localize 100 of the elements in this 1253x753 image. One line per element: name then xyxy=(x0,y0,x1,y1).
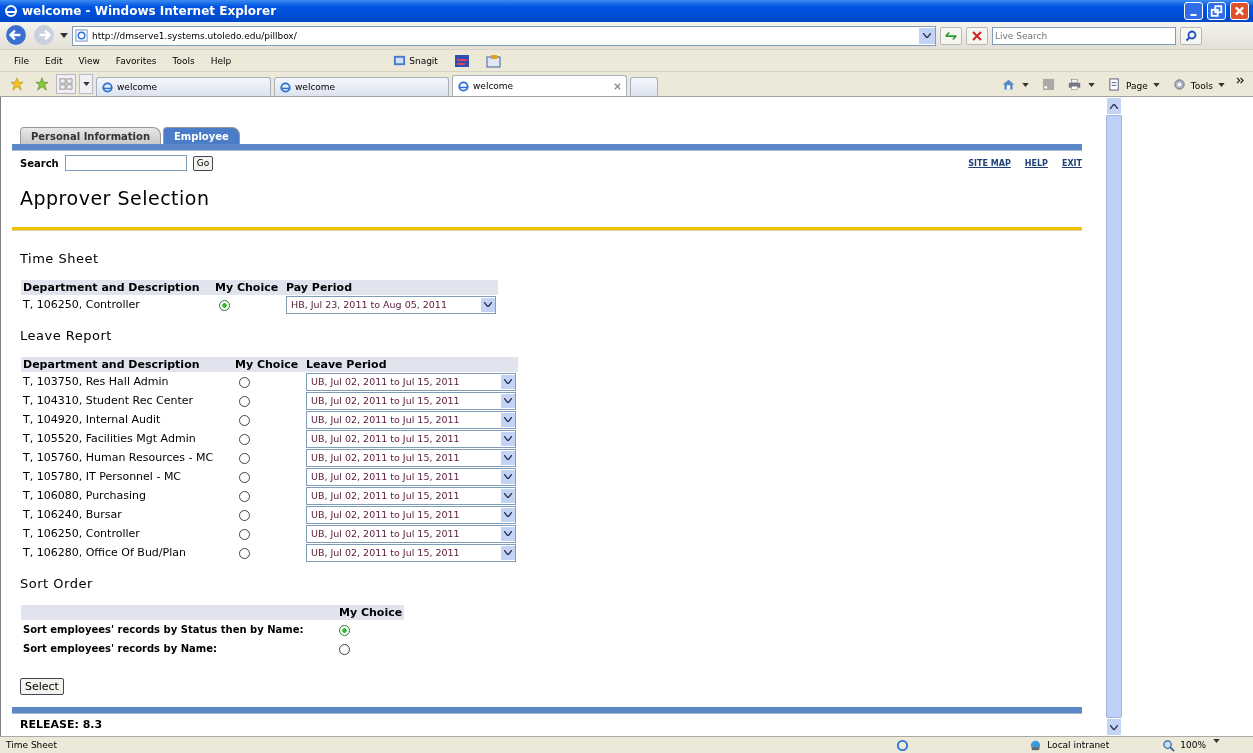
period-dropdown[interactable]: UB, Jul 02, 2011 to Jul 15, 2011 xyxy=(306,448,516,467)
table-cell: T, 105780, IT Personnel - MC xyxy=(23,470,182,483)
browser-tab[interactable]: welcome xyxy=(274,77,449,96)
period-dropdown[interactable]: UB, Jul 02, 2011 to Jul 15, 2011 xyxy=(306,410,516,429)
radio-button[interactable] xyxy=(239,547,250,559)
radio-button[interactable] xyxy=(239,395,250,407)
menu-item[interactable]: Tools xyxy=(172,55,195,66)
snagit-icon[interactable] xyxy=(393,54,407,67)
radio-button[interactable] xyxy=(239,414,250,426)
chevron-down-icon xyxy=(504,512,512,517)
chevron-down-icon xyxy=(504,417,512,422)
close-icon xyxy=(1233,5,1246,17)
status-text: Time Sheet xyxy=(6,740,57,750)
caret-icon[interactable] xyxy=(1218,83,1225,87)
option-label: Sort employees' records by Name: xyxy=(23,643,217,654)
section-heading: Leave Report xyxy=(20,328,113,343)
chevron-down-icon xyxy=(504,379,512,384)
radio-button[interactable] xyxy=(219,299,230,311)
status-icon xyxy=(896,738,910,752)
browser-logo-icon xyxy=(101,80,114,94)
nav-link[interactable]: EXIT xyxy=(1061,158,1082,168)
period-dropdown[interactable]: UB, Jul 02, 2011 to Jul 15, 2011 xyxy=(306,372,516,391)
period-dropdown[interactable]: UB, Jul 02, 2011 to Jul 15, 2011 xyxy=(306,429,516,448)
back-button[interactable] xyxy=(4,23,28,48)
snagit-button[interactable]: Snagit xyxy=(409,55,438,66)
period-dropdown[interactable]: UB, Jul 02, 2011 to Jul 15, 2011 xyxy=(306,524,516,543)
menu-item[interactable]: Edit xyxy=(45,55,63,66)
radio-button[interactable] xyxy=(339,643,350,655)
period-dropdown[interactable]: UB, Jul 02, 2011 to Jul 15, 2011 xyxy=(306,467,516,486)
menu-item[interactable]: File xyxy=(14,55,30,66)
chevron-down-icon xyxy=(504,474,512,479)
close-button[interactable] xyxy=(1230,2,1249,20)
nav-link[interactable]: HELP xyxy=(1024,158,1048,168)
page-tab[interactable]: Employee xyxy=(163,127,240,144)
radio-button[interactable] xyxy=(239,490,250,502)
search-field[interactable]: Live Search xyxy=(992,26,1176,45)
column-header: Department and Description xyxy=(21,280,213,295)
page-icon[interactable] xyxy=(1108,78,1122,91)
period-dropdown[interactable]: UB, Jul 02, 2011 to Jul 15, 2011 xyxy=(306,391,516,410)
column-header: My Choice xyxy=(337,605,405,620)
close-icon[interactable] xyxy=(613,81,622,91)
menu-item[interactable]: View xyxy=(78,55,100,66)
browser-logo-icon xyxy=(457,79,470,93)
zoom-level[interactable]: 100% xyxy=(1180,740,1206,750)
table-cell: T, 105520, Facilities Mgt Admin xyxy=(23,432,196,445)
printer-icon[interactable] xyxy=(1068,78,1082,91)
restore-button[interactable] xyxy=(1207,2,1226,20)
caret-icon[interactable] xyxy=(1022,83,1030,87)
security-zone: Local intranet xyxy=(1047,740,1111,750)
menu-item[interactable]: Favorites xyxy=(115,55,157,66)
search-button[interactable] xyxy=(1180,26,1202,45)
caret-icon[interactable] xyxy=(60,33,68,38)
chevron-right-icon[interactable] xyxy=(1236,77,1245,84)
period-dropdown[interactable]: UB, Jul 02, 2011 to Jul 15, 2011 xyxy=(306,486,516,505)
toolbar-icon[interactable] xyxy=(453,53,470,68)
home-icon[interactable] xyxy=(1002,78,1016,91)
go-button[interactable]: Go xyxy=(192,155,214,171)
browser-tab[interactable]: welcome xyxy=(452,75,627,96)
radio-button[interactable] xyxy=(239,509,250,521)
address-field[interactable]: http://dmserve1.systems.utoledo.edu/pillbox/ xyxy=(72,25,936,46)
radio-button[interactable] xyxy=(239,433,250,445)
restore-icon xyxy=(1210,5,1223,17)
nav-link[interactable]: SITE MAP xyxy=(968,158,1011,168)
release-label: RELEASE: 8.3 xyxy=(19,717,104,731)
period-dropdown[interactable]: HB, Jul 23, 2011 to Aug 05, 2011 xyxy=(286,295,496,314)
zoom-icon[interactable] xyxy=(1162,738,1176,752)
browser-logo-icon xyxy=(279,80,292,94)
minimize-button[interactable] xyxy=(1184,2,1203,20)
column-header: Pay Period xyxy=(284,280,498,295)
table-cell: T, 106250, Controller xyxy=(23,298,140,311)
command-menu[interactable]: Page xyxy=(1126,81,1148,91)
search-field[interactable] xyxy=(64,155,187,171)
star-icon[interactable] xyxy=(10,77,24,91)
chevron-down-icon[interactable] xyxy=(923,33,931,38)
command-menu[interactable]: Tools xyxy=(1190,81,1213,91)
period-dropdown[interactable]: UB, Jul 02, 2011 to Jul 15, 2011 xyxy=(306,505,516,524)
browser-tab[interactable]: welcome xyxy=(96,77,271,96)
tab-list-button[interactable] xyxy=(79,74,93,94)
refresh-button[interactable] xyxy=(940,26,962,45)
window-title: welcome - Windows Internet Explorer xyxy=(22,4,277,18)
select-button[interactable]: Select xyxy=(20,678,64,695)
table-cell: T, 104310, Student Rec Center xyxy=(23,394,193,407)
page-heading: Approver Selection xyxy=(20,187,211,209)
caret-icon[interactable] xyxy=(1213,738,1220,743)
radio-button[interactable] xyxy=(239,376,250,388)
stop-button[interactable] xyxy=(966,26,988,45)
chevron-down-icon xyxy=(504,436,512,441)
menu-item[interactable]: Help xyxy=(210,55,232,66)
caret-icon[interactable] xyxy=(1088,83,1096,87)
chevron-down-icon xyxy=(484,302,492,307)
radio-button[interactable] xyxy=(239,452,250,464)
scrollbar[interactable] xyxy=(1106,97,1122,736)
radio-button[interactable] xyxy=(239,471,250,483)
page-tab[interactable]: Personal Information xyxy=(20,127,161,144)
radio-button[interactable] xyxy=(239,528,250,540)
page-icon xyxy=(75,29,88,42)
caret-icon[interactable] xyxy=(1152,83,1160,87)
radio-button[interactable] xyxy=(339,624,350,636)
period-dropdown[interactable]: UB, Jul 02, 2011 to Jul 15, 2011 xyxy=(306,543,516,562)
clipboard-icon[interactable] xyxy=(485,53,502,68)
